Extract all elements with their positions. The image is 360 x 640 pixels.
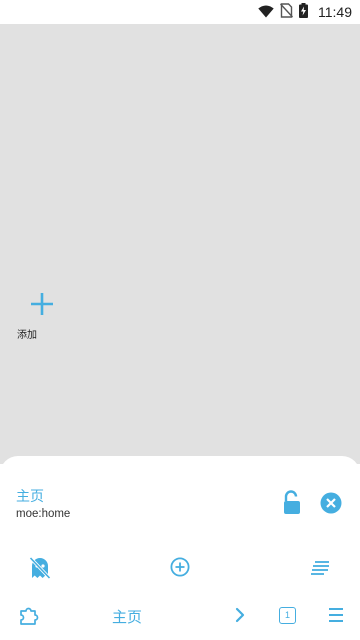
- add-shortcut-tile[interactable]: 添加: [14, 286, 70, 346]
- bottom-navigation-bar: 主页 1: [0, 604, 360, 630]
- status-icons: 11:49: [258, 0, 352, 24]
- close-circle-icon[interactable]: [320, 492, 342, 514]
- actions-row: [0, 556, 360, 582]
- plus-icon: [28, 290, 56, 318]
- bottom-sheet: 主页 moe:home 主页 1: [0, 456, 360, 640]
- add-shortcut-label: 添加: [17, 330, 37, 341]
- puzzle-icon[interactable]: [18, 604, 40, 628]
- status-bar: 11:49: [0, 0, 360, 24]
- add-circle-icon[interactable]: [169, 556, 193, 580]
- reader-mode-icon[interactable]: [309, 556, 333, 580]
- menu-icon[interactable]: [327, 604, 345, 628]
- battery-charging-icon: [299, 2, 308, 22]
- chevron-right-icon[interactable]: [232, 604, 248, 628]
- home-page-area: 添加: [0, 24, 360, 464]
- lock-open-icon[interactable]: [281, 490, 303, 516]
- ghost-off-icon[interactable]: [29, 556, 53, 580]
- wifi-icon: [258, 3, 274, 22]
- nav-page-title[interactable]: 主页: [112, 606, 142, 627]
- page-url[interactable]: moe:home: [16, 508, 70, 520]
- status-time: 11:49: [318, 4, 352, 20]
- tab-count-button[interactable]: 1: [279, 607, 296, 624]
- no-sim-icon: [279, 2, 294, 22]
- page-title: 主页: [16, 489, 44, 505]
